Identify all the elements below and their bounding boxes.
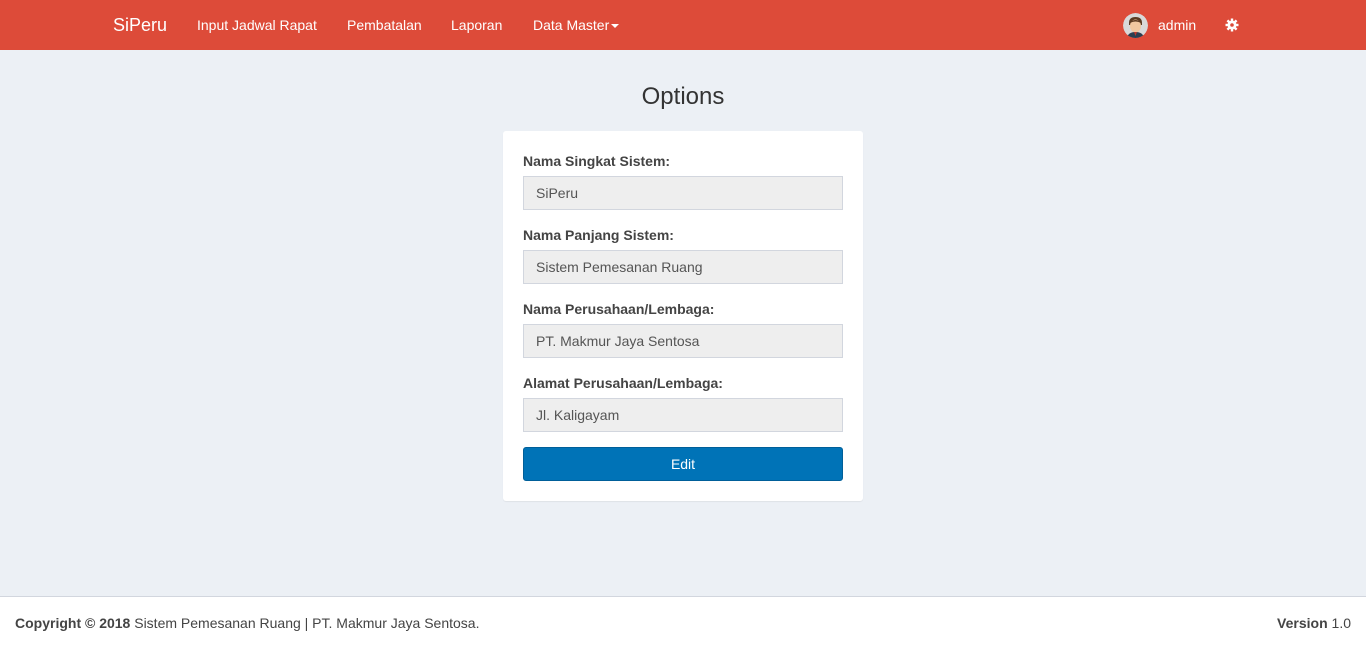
page-title: Options <box>641 83 725 110</box>
avatar <box>1123 12 1148 38</box>
edit-button[interactable]: Edit <box>523 447 843 481</box>
user-name: admin <box>1158 17 1197 33</box>
version-value: 1.0 <box>1327 615 1351 631</box>
field-label-nama-perusahaan: Nama Perusahaan/Lembaga: <box>523 301 715 317</box>
footer-version: Version 1.0 <box>1277 615 1351 631</box>
nama-singkat-input[interactable] <box>523 176 843 210</box>
field-label-nama-panjang: Nama Panjang Sistem: <box>523 227 674 243</box>
nav-item-input-jadwal-rapat[interactable]: Input Jadwal Rapat <box>197 0 317 50</box>
copyright-text: Sistem Pemesanan Ruang | PT. Makmur Jaya… <box>130 615 480 631</box>
nama-panjang-input[interactable] <box>523 250 843 284</box>
version-label: Version <box>1277 615 1328 631</box>
nav-item-pembatalan[interactable]: Pembatalan <box>347 0 422 50</box>
nama-perusahaan-input[interactable] <box>523 324 843 358</box>
copyright-label: Copyright © 2018 <box>15 615 131 631</box>
caret-down-icon <box>611 24 620 29</box>
nav-item-laporan[interactable]: Laporan <box>451 0 502 50</box>
gear-icon[interactable] <box>1225 18 1239 32</box>
footer: Copyright © 2018 Sistem Pemesanan Ruang … <box>0 596 1366 647</box>
alamat-perusahaan-input[interactable] <box>523 398 843 432</box>
nav-item-data-master-label: Data Master <box>533 17 610 33</box>
options-form-box: Nama Singkat Sistem: Nama Panjang Sistem… <box>503 131 863 501</box>
brand-logo[interactable]: SiPeru <box>113 0 167 50</box>
nav-item-data-master[interactable]: Data Master <box>533 0 620 50</box>
user-menu[interactable]: admin <box>1123 0 1196 50</box>
footer-copyright: Copyright © 2018 Sistem Pemesanan Ruang … <box>15 615 479 631</box>
top-navbar: SiPeru Input Jadwal Rapat Pembatalan Lap… <box>0 0 1366 50</box>
field-label-nama-singkat: Nama Singkat Sistem: <box>523 153 671 169</box>
field-label-alamat-perusahaan: Alamat Perusahaan/Lembaga: <box>523 375 723 391</box>
